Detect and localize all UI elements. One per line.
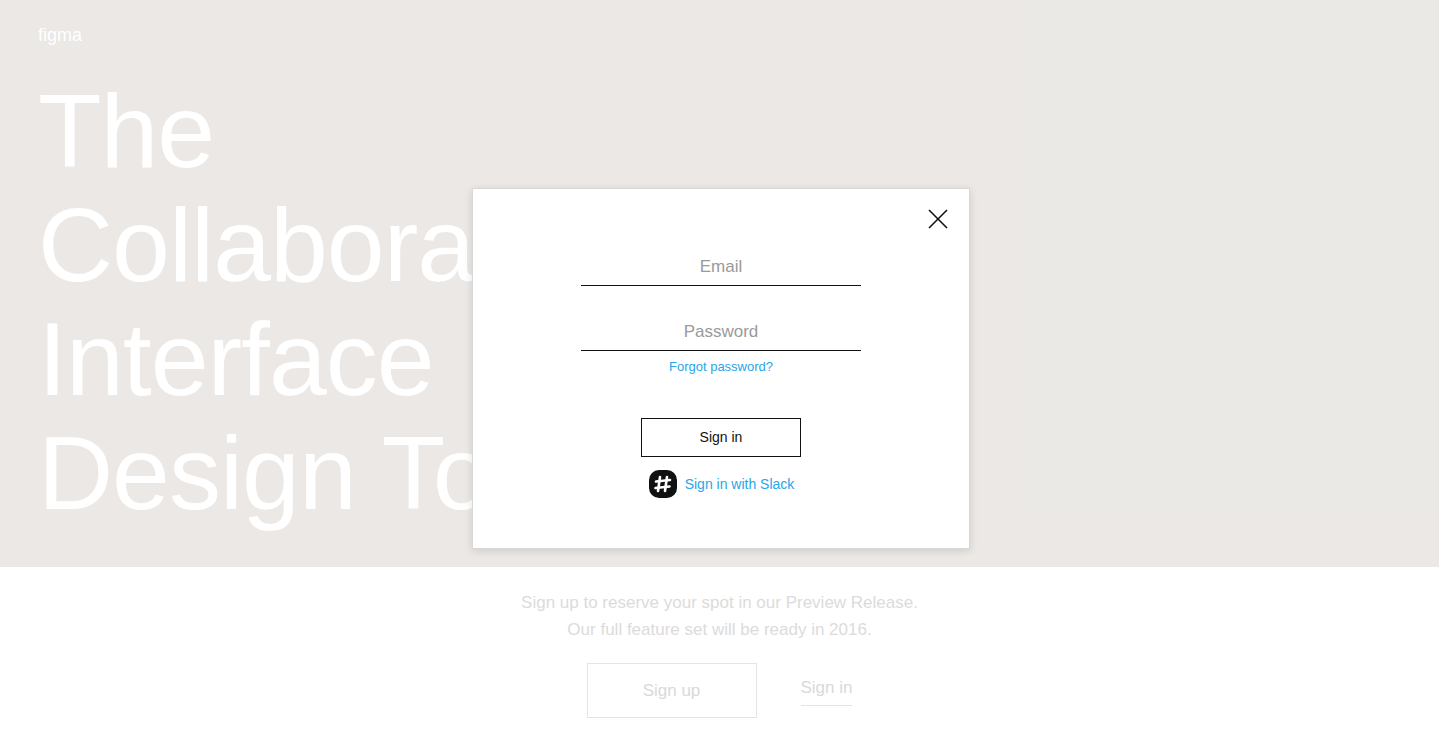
close-icon[interactable] bbox=[927, 208, 949, 230]
slack-signin-label[interactable]: Sign in with Slack bbox=[685, 474, 795, 495]
field-placeholder: Password bbox=[684, 322, 759, 342]
signin-button[interactable]: Sign in bbox=[641, 418, 801, 457]
email-field[interactable]: Email bbox=[581, 257, 861, 286]
password-field[interactable]: Password bbox=[581, 322, 861, 351]
slack-signin[interactable]: Sign in with Slack bbox=[648, 469, 795, 499]
form: Email Password Forgot password? Sign in Sign… bbox=[581, 189, 861, 499]
signin-modal: Email Password Forgot password? Sign in Sign… bbox=[472, 188, 970, 549]
field-placeholder: Email bbox=[700, 257, 743, 277]
page: figmaTheCollaboraInterfaceDesign ToSign … bbox=[0, 0, 1439, 734]
slack-icon bbox=[648, 469, 678, 499]
overlay: Email Password Forgot password? Sign in Sign… bbox=[0, 0, 1439, 734]
forgot-password-link[interactable]: Forgot password? bbox=[669, 359, 773, 375]
